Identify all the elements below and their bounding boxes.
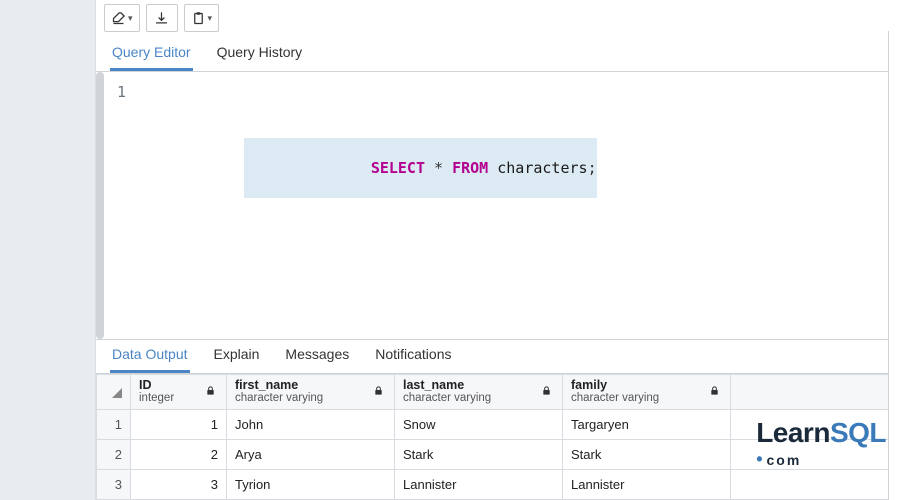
- sql-keyword: FROM: [452, 159, 488, 177]
- sort-icon: [112, 384, 122, 399]
- table-corner[interactable]: [97, 374, 131, 409]
- cell[interactable]: Lannister: [563, 470, 731, 500]
- lock-icon: [538, 384, 554, 399]
- paste-button[interactable]: ▾: [184, 4, 220, 32]
- sql-star: *: [434, 159, 443, 177]
- cell[interactable]: Lannister: [395, 470, 563, 500]
- table-header-row: IDintegerfirst_namecharacter varyinglast…: [97, 374, 900, 409]
- sql-keyword: SELECT: [371, 159, 425, 177]
- lock-icon: [202, 384, 218, 399]
- left-sidebar-gutter: [0, 0, 96, 500]
- chevron-down-icon: ▾: [128, 13, 133, 24]
- tab-messages[interactable]: Messages: [283, 340, 351, 373]
- cell[interactable]: 1: [131, 410, 227, 440]
- sql-editor[interactable]: 1 SELECT * FROM characters;: [96, 72, 900, 339]
- column-header-ID[interactable]: IDinteger: [131, 374, 227, 409]
- output-tabbar: Data Output Explain Messages Notifications: [96, 340, 900, 374]
- cell-spacer: [731, 470, 900, 500]
- sql-identifier: characters: [497, 159, 587, 177]
- cell[interactable]: John: [227, 410, 395, 440]
- sql-punct: ;: [588, 159, 597, 177]
- lock-icon: [370, 384, 386, 399]
- cell[interactable]: 3: [131, 470, 227, 500]
- row-number: 2: [97, 440, 131, 470]
- tab-query-history[interactable]: Query History: [215, 38, 305, 71]
- cell[interactable]: Stark: [563, 440, 731, 470]
- cell[interactable]: Tyrion: [227, 470, 395, 500]
- editor-scrollbar[interactable]: [96, 72, 104, 339]
- row-number: 1: [97, 410, 131, 440]
- cell[interactable]: 2: [131, 440, 227, 470]
- table-row[interactable]: 33TyrionLannisterLannister: [97, 470, 900, 500]
- editor-area: 1 SELECT * FROM characters;: [96, 72, 900, 339]
- tab-explain[interactable]: Explain: [212, 340, 262, 373]
- tab-query-editor[interactable]: Query Editor: [110, 38, 193, 71]
- app-root: ▾ ▾ Query Editor Query History 1: [0, 0, 900, 500]
- column-header-family[interactable]: familycharacter varying: [563, 374, 731, 409]
- tab-notifications[interactable]: Notifications: [373, 340, 453, 373]
- cell[interactable]: Snow: [395, 410, 563, 440]
- download-button[interactable]: [146, 4, 178, 32]
- download-icon: [154, 11, 169, 26]
- column-header-spacer: [731, 374, 900, 409]
- cell[interactable]: Stark: [395, 440, 563, 470]
- cell[interactable]: Targaryen: [563, 410, 731, 440]
- row-number: 3: [97, 470, 131, 500]
- learnsql-watermark: LearnSQL •com: [756, 417, 886, 470]
- erase-button[interactable]: ▾: [104, 4, 140, 32]
- tab-data-output[interactable]: Data Output: [110, 340, 190, 373]
- lock-icon: [706, 384, 722, 399]
- code-content[interactable]: SELECT * FROM characters;: [136, 82, 900, 339]
- chevron-down-icon: ▾: [208, 13, 213, 24]
- cell[interactable]: Arya: [227, 440, 395, 470]
- editor-tabbar: Query Editor Query History: [96, 38, 900, 72]
- erase-icon: [111, 11, 126, 26]
- clipboard-icon: [191, 11, 206, 26]
- main-panel: ▾ ▾ Query Editor Query History 1: [96, 0, 900, 500]
- toolbar: ▾ ▾: [96, 0, 900, 38]
- column-header-last_name[interactable]: last_namecharacter varying: [395, 374, 563, 409]
- right-edge-strip: [888, 31, 900, 500]
- column-header-first_name[interactable]: first_namecharacter varying: [227, 374, 395, 409]
